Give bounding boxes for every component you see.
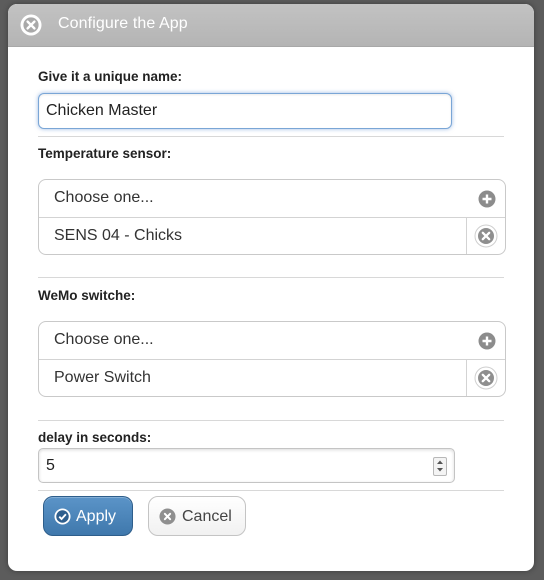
- dialog-title-bar: Configure the App: [8, 4, 534, 47]
- divider: [38, 490, 504, 491]
- configure-dialog: Configure the App Give it a unique name:…: [8, 4, 534, 571]
- temperature-sensor-list: Choose one... SENS 04 - Chicks: [38, 179, 506, 255]
- delay-stepper[interactable]: [433, 457, 447, 476]
- temperature-selected-row: SENS 04 - Chicks: [39, 217, 505, 254]
- remove-temperature-icon[interactable]: [474, 224, 498, 248]
- delay-label: delay in seconds:: [38, 430, 152, 445]
- add-temperature-icon[interactable]: [478, 190, 496, 208]
- wemo-switch-list: Choose one... Power Switch: [38, 321, 506, 397]
- divider: [38, 277, 504, 278]
- close-icon[interactable]: [19, 13, 43, 37]
- dialog-title: Configure the App: [58, 15, 188, 32]
- delay-value: 5: [46, 457, 55, 474]
- remove-wemo-cell: [466, 360, 505, 396]
- divider: [38, 420, 504, 421]
- apply-label: Apply: [76, 508, 117, 525]
- check-icon: [54, 508, 71, 525]
- stepper-down-icon[interactable]: [434, 466, 446, 474]
- wemo-selected-text: Power Switch: [54, 369, 151, 386]
- temperature-sensor-label: Temperature sensor:: [38, 146, 172, 161]
- remove-temperature-cell: [466, 218, 505, 254]
- name-input[interactable]: [38, 93, 452, 129]
- temperature-choose-text: Choose one...: [54, 189, 154, 206]
- temperature-choose-row[interactable]: Choose one...: [39, 180, 505, 217]
- divider: [38, 136, 504, 137]
- add-wemo-icon[interactable]: [478, 332, 496, 350]
- wemo-choose-text: Choose one...: [54, 331, 154, 348]
- stepper-up-icon[interactable]: [434, 458, 446, 466]
- apply-button[interactable]: Apply: [43, 496, 133, 536]
- cancel-button[interactable]: Cancel: [148, 496, 246, 536]
- delay-input[interactable]: 5: [38, 448, 455, 483]
- wemo-switch-label: WeMo switche:: [38, 288, 136, 303]
- wemo-choose-row[interactable]: Choose one...: [39, 322, 505, 359]
- temperature-selected-text: SENS 04 - Chicks: [54, 227, 183, 244]
- name-label: Give it a unique name:: [38, 69, 183, 84]
- cancel-label: Cancel: [182, 508, 232, 525]
- wemo-selected-row: Power Switch: [39, 359, 505, 396]
- remove-wemo-icon[interactable]: [474, 366, 498, 390]
- cancel-icon: [159, 508, 176, 525]
